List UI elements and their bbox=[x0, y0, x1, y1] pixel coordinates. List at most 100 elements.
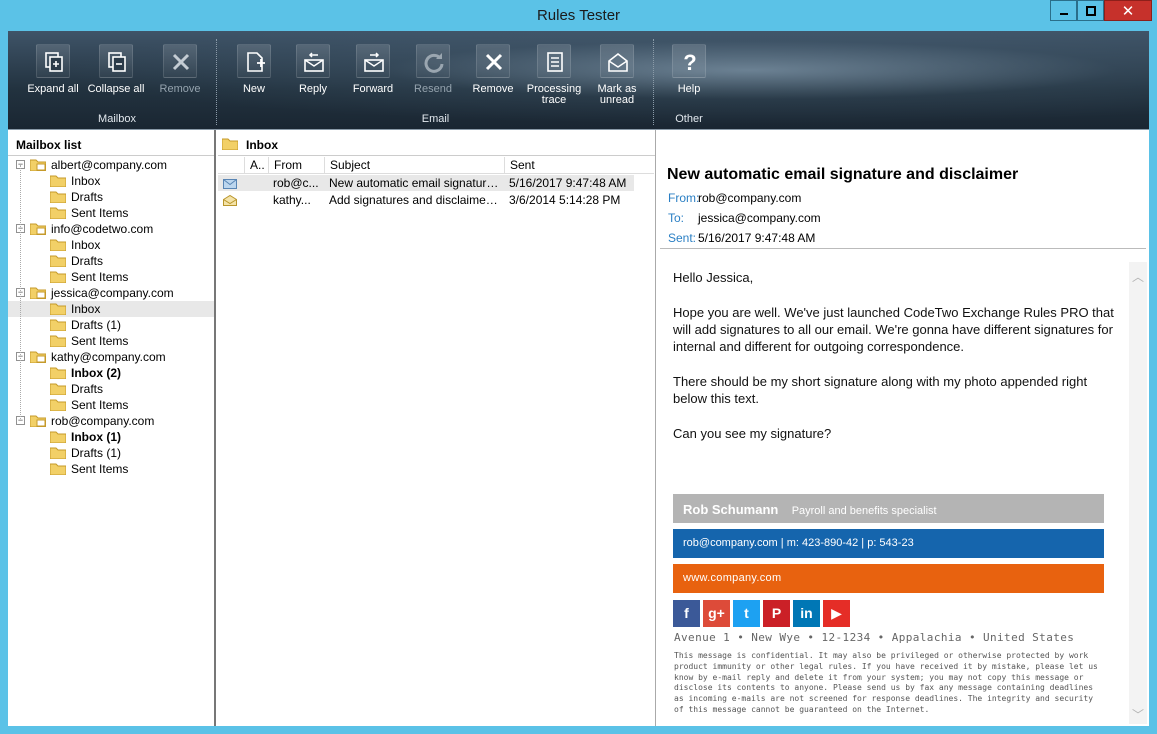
folder-label: Inbox bbox=[71, 173, 100, 189]
expand-all-button[interactable]: Expand all bbox=[22, 41, 84, 95]
folder-label: Drafts (1) bbox=[71, 317, 121, 333]
resend-button[interactable]: Resend bbox=[402, 41, 464, 95]
maximize-button[interactable] bbox=[1077, 0, 1104, 21]
minimize-button[interactable] bbox=[1050, 0, 1077, 21]
preview-sent: Sent:5/16/2017 9:47:48 AM bbox=[668, 231, 815, 245]
from-label: From: bbox=[668, 191, 698, 205]
message-subject: New automatic email signature an... bbox=[329, 175, 501, 191]
message-sent: 5/16/2017 9:47:48 AM bbox=[509, 175, 639, 191]
tree-mailbox[interactable]: −albert@company.com bbox=[8, 157, 214, 173]
chevron-up-icon[interactable]: ︿ bbox=[1132, 268, 1144, 285]
body-paragraph: Hope you are well. We've just launched C… bbox=[673, 304, 1123, 355]
tree-mailbox[interactable]: −kathy@company.com bbox=[8, 349, 214, 365]
folder-icon bbox=[50, 318, 66, 331]
svg-text:?: ? bbox=[683, 51, 696, 73]
tree-folder[interactable]: Sent Items bbox=[8, 269, 214, 285]
folder-icon bbox=[50, 366, 66, 379]
tree-folder[interactable]: Inbox bbox=[8, 237, 214, 253]
folder-label: Sent Items bbox=[71, 205, 128, 221]
tree-folder[interactable]: Inbox bbox=[8, 301, 214, 317]
facebook-icon[interactable]: f bbox=[673, 600, 700, 627]
tree-folder[interactable]: Inbox (2) bbox=[8, 365, 214, 381]
message-sent: 3/6/2014 5:14:28 PM bbox=[509, 192, 639, 208]
mailbox-address: info@codetwo.com bbox=[51, 221, 153, 237]
tree-folder[interactable]: Sent Items bbox=[8, 461, 214, 477]
group-label-other: Other bbox=[658, 113, 720, 125]
column-attachment[interactable]: A.. bbox=[244, 157, 268, 174]
title-bar[interactable]: Rules Tester ✕ bbox=[0, 0, 1157, 31]
tree-folder[interactable]: Drafts bbox=[8, 189, 214, 205]
tree-folder[interactable]: Sent Items bbox=[8, 397, 214, 413]
message-row[interactable]: rob@c... New automatic email signature a… bbox=[218, 175, 634, 191]
tree-mailbox[interactable]: −rob@company.com bbox=[8, 413, 214, 429]
tree-folder[interactable]: Drafts bbox=[8, 253, 214, 269]
mailbox-icon bbox=[30, 414, 46, 427]
linkedin-icon[interactable]: in bbox=[793, 600, 820, 627]
mark-unread-icon bbox=[600, 44, 634, 78]
folder-icon bbox=[50, 446, 66, 459]
window-title: Rules Tester bbox=[0, 7, 1157, 24]
new-email-icon bbox=[237, 44, 271, 78]
chevron-down-icon[interactable]: ﹀ bbox=[1132, 706, 1144, 723]
from-value: rob@company.com bbox=[698, 191, 801, 205]
folder-icon bbox=[50, 254, 66, 267]
mark-as-unread-button[interactable]: Mark as unread bbox=[586, 41, 648, 106]
signature-name-bar: Rob Schumann Payroll and benefits specia… bbox=[673, 494, 1104, 523]
tree-folder[interactable]: Sent Items bbox=[8, 333, 214, 349]
pinterest-icon[interactable]: P bbox=[763, 600, 790, 627]
mailbox-address: albert@company.com bbox=[51, 157, 167, 173]
preview-scrollbar[interactable]: ︿ ﹀ bbox=[1129, 262, 1147, 724]
folder-label: Drafts bbox=[71, 189, 103, 205]
folder-label: Inbox bbox=[71, 237, 100, 253]
close-button[interactable]: ✕ bbox=[1104, 0, 1152, 21]
reply-button[interactable]: Reply bbox=[282, 41, 344, 95]
folder-label: Sent Items bbox=[71, 461, 128, 477]
message-body: Hello Jessica, Hope you are well. We've … bbox=[673, 269, 1123, 460]
ribbon-separator bbox=[653, 39, 654, 125]
tree-folder[interactable]: Inbox (1) bbox=[8, 429, 214, 445]
tree-folder[interactable]: Drafts (1) bbox=[8, 445, 214, 461]
google-plus-icon[interactable]: g+ bbox=[703, 600, 730, 627]
sent-label: Sent: bbox=[668, 231, 698, 245]
tree-folder[interactable]: Sent Items bbox=[8, 205, 214, 221]
app-window: Rules Tester ✕ Expand all Collapse all bbox=[0, 0, 1157, 734]
tree-folder[interactable]: Inbox bbox=[8, 173, 214, 189]
folder-icon bbox=[50, 398, 66, 411]
processing-trace-button[interactable]: Processing trace bbox=[523, 41, 585, 106]
tree-folder[interactable]: Drafts bbox=[8, 381, 214, 397]
signature-website[interactable]: www.company.com bbox=[673, 564, 1104, 593]
column-sent[interactable]: Sent bbox=[504, 157, 654, 174]
folder-icon bbox=[50, 174, 66, 187]
message-list-panel: Inbox A.. From Subject Sent rob@c... New… bbox=[218, 130, 656, 726]
remove-mailbox-button[interactable]: Remove bbox=[149, 41, 211, 95]
mailbox-icon bbox=[30, 286, 46, 299]
help-button[interactable]: ? Help bbox=[658, 41, 720, 95]
signature-address: Avenue 1 • New Wye • 12-1234 • Appalachi… bbox=[674, 631, 1074, 644]
youtube-icon[interactable]: ▶ bbox=[823, 600, 850, 627]
group-label-email: Email bbox=[223, 113, 648, 125]
ribbon-separator bbox=[216, 39, 217, 125]
message-row[interactable]: kathy... Add signatures and disclaimers … bbox=[218, 192, 634, 208]
tree-folder[interactable]: Drafts (1) bbox=[8, 317, 214, 333]
expand-all-icon bbox=[36, 44, 70, 78]
column-subject[interactable]: Subject bbox=[324, 157, 504, 174]
forward-button[interactable]: Forward bbox=[342, 41, 404, 95]
message-from: kathy... bbox=[273, 192, 321, 208]
folder-header: Inbox bbox=[218, 130, 655, 156]
mailbox-address: rob@company.com bbox=[51, 413, 154, 429]
body-paragraph: There should be my short signature along… bbox=[673, 373, 1123, 407]
new-button[interactable]: New bbox=[223, 41, 285, 95]
body-greeting: Hello Jessica, bbox=[673, 269, 1123, 286]
collapse-all-button[interactable]: Collapse all bbox=[85, 41, 147, 95]
folder-icon bbox=[50, 302, 66, 315]
signature-role: Payroll and benefits specialist bbox=[792, 505, 937, 517]
mailbox-address: kathy@company.com bbox=[51, 349, 166, 365]
tree-mailbox[interactable]: −jessica@company.com bbox=[8, 285, 214, 301]
help-icon: ? bbox=[672, 44, 706, 78]
column-from[interactable]: From bbox=[268, 157, 324, 174]
mailbox-list-title: Mailbox list bbox=[8, 130, 214, 156]
twitter-icon[interactable]: t bbox=[733, 600, 760, 627]
header-divider bbox=[660, 248, 1146, 249]
remove-email-button[interactable]: Remove bbox=[462, 41, 524, 95]
tree-mailbox[interactable]: −info@codetwo.com bbox=[8, 221, 214, 237]
